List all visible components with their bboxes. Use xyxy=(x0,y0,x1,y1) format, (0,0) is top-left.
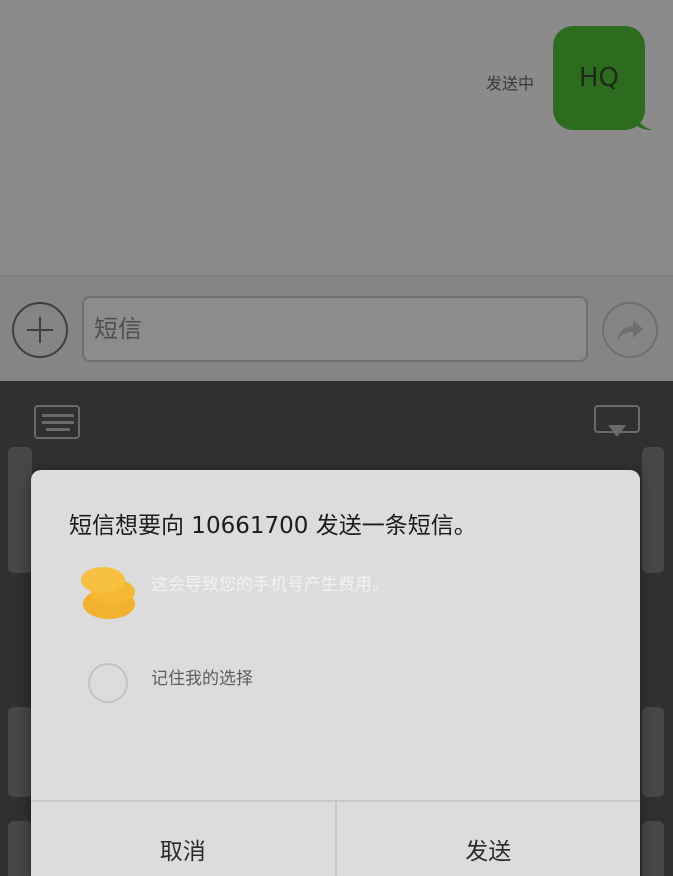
keyboard-key[interactable] xyxy=(642,707,664,797)
hide-keyboard-icon[interactable] xyxy=(594,405,640,441)
message-text: HQ xyxy=(578,63,619,93)
sms-permission-dialog: 短信想要向 10661700 发送一条短信。 这会导致您的手机号产生费用。 记住… xyxy=(31,470,640,876)
charge-warning: 这会导致您的手机号产生费用。 xyxy=(151,575,389,595)
plus-icon[interactable] xyxy=(12,302,68,358)
keyboard-key[interactable] xyxy=(8,707,32,797)
cancel-button[interactable]: 取消 xyxy=(31,802,337,876)
keyboard-key[interactable] xyxy=(642,821,664,876)
chat-area: 发送中 HQ xyxy=(0,0,673,275)
coins-icon xyxy=(81,567,135,619)
send-arrow-icon[interactable] xyxy=(602,302,658,358)
dialog-buttons: 取消 发送 xyxy=(31,800,640,876)
sms-input[interactable] xyxy=(82,296,588,362)
compose-bar xyxy=(0,275,673,381)
keyboard-key[interactable] xyxy=(8,447,32,573)
keyboard-icon[interactable] xyxy=(34,405,80,439)
remember-choice-radio[interactable] xyxy=(88,663,128,703)
keyboard-key[interactable] xyxy=(8,821,32,876)
bubble-tail-icon xyxy=(630,108,652,130)
remember-choice-label[interactable]: 记住我的选择 xyxy=(151,664,253,689)
keyboard-key[interactable] xyxy=(642,447,664,573)
sending-status: 发送中 xyxy=(486,74,535,93)
dialog-title: 短信想要向 10661700 发送一条短信。 xyxy=(69,513,477,539)
send-button[interactable]: 发送 xyxy=(337,802,641,876)
arrow-icon xyxy=(617,320,643,340)
